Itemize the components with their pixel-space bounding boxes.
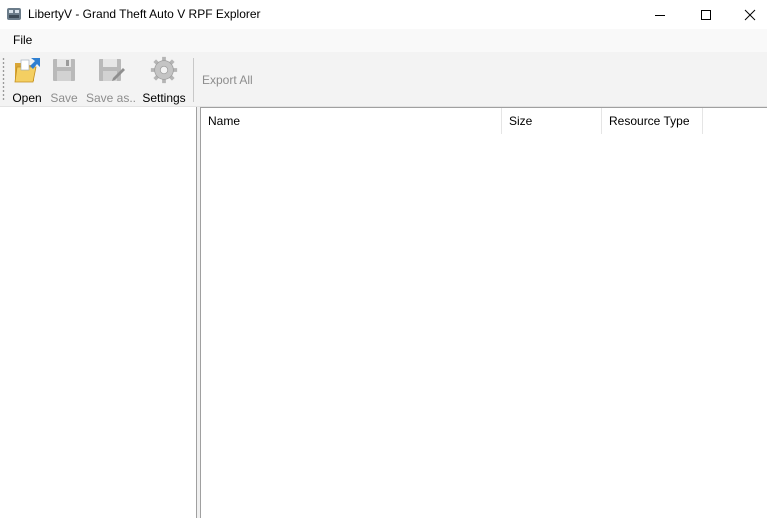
- toolbar-separator: [193, 58, 194, 102]
- open-label: Open: [12, 91, 42, 105]
- toolbar: Open Save Save as.. Settings Export All: [0, 52, 767, 107]
- open-button[interactable]: Open: [10, 55, 44, 105]
- settings-label: Settings: [142, 91, 186, 105]
- minimize-button[interactable]: [637, 0, 683, 29]
- column-header-name[interactable]: Name: [201, 108, 502, 134]
- menu-file[interactable]: File: [7, 32, 38, 48]
- app-window: LibertyV - Grand Theft Auto V RPF Explor…: [0, 0, 767, 518]
- app-icon: [6, 6, 22, 22]
- window-title: LibertyV - Grand Theft Auto V RPF Explor…: [28, 7, 261, 21]
- close-button[interactable]: [727, 0, 767, 29]
- gear-icon: [149, 55, 179, 85]
- open-folder-icon: [12, 55, 42, 85]
- toolbar-grip[interactable]: [2, 57, 5, 101]
- column-header-resource-type[interactable]: Resource Type: [602, 108, 703, 134]
- list-header: Name Size Resource Type: [201, 108, 767, 134]
- maximize-button[interactable]: [683, 0, 729, 29]
- file-tree-pane[interactable]: [0, 107, 196, 518]
- minimize-icon: [655, 14, 665, 16]
- save-as-button[interactable]: Save as..: [86, 55, 136, 105]
- settings-button[interactable]: Settings: [141, 55, 187, 105]
- close-icon: [744, 9, 756, 20]
- maximize-icon: [701, 9, 711, 20]
- menu-bar: File: [0, 29, 767, 52]
- export-all-button[interactable]: Export All: [202, 73, 253, 87]
- save-as-label: Save as..: [85, 91, 137, 105]
- save-as-icon: [96, 55, 126, 85]
- column-header-size[interactable]: Size: [502, 108, 602, 134]
- file-list-view[interactable]: Name Size Resource Type: [201, 107, 767, 518]
- save-disk-icon: [49, 55, 79, 85]
- save-label: Save: [50, 91, 78, 105]
- title-bar: LibertyV - Grand Theft Auto V RPF Explor…: [0, 0, 767, 29]
- save-button[interactable]: Save: [49, 55, 79, 105]
